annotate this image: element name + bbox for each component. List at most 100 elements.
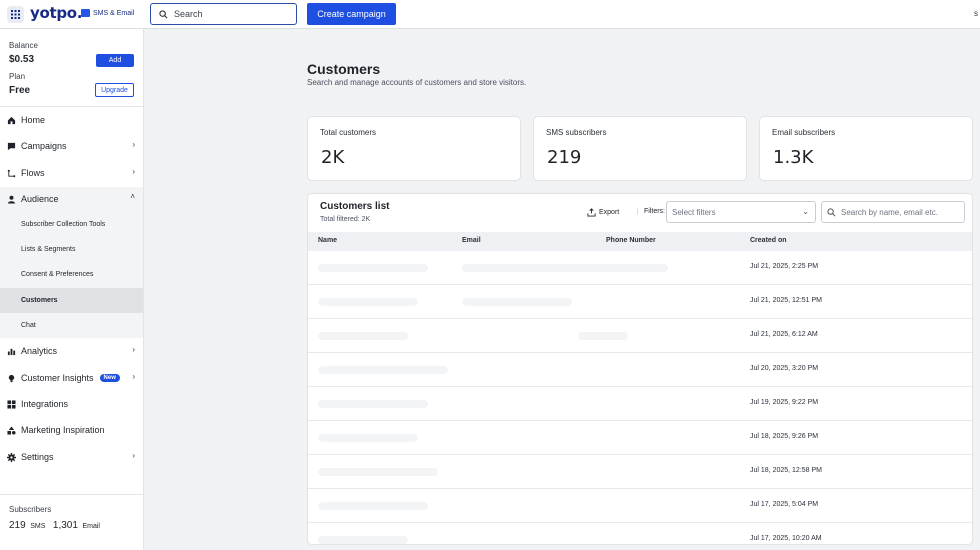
customers-list-panel: Customers list Total filtered: 2K Export…: [307, 193, 973, 545]
new-badge: New: [99, 374, 120, 382]
redacted-name: [318, 332, 408, 340]
table-row[interactable]: Jul 18, 2025, 12:58 PM: [308, 455, 972, 489]
table-row[interactable]: Jul 19, 2025, 9:22 PM: [308, 387, 972, 421]
sidebar-item-settings[interactable]: Settings ›: [0, 444, 143, 470]
stat-card-sms-subscribers: SMS subscribers 219: [533, 116, 747, 181]
flag-icon: [81, 9, 90, 17]
sidebar-item-label: Settings: [21, 452, 54, 462]
customer-search-input[interactable]: Search by name, email etc.: [821, 201, 965, 223]
list-filtered-count: Total filtered: 2K: [320, 216, 371, 223]
global-search-input[interactable]: Search: [150, 3, 297, 25]
search-placeholder: Search by name, email etc.: [841, 207, 938, 217]
export-label: Export: [599, 209, 620, 216]
redacted-phone: [578, 264, 668, 272]
subscribers-label: Subscribers: [9, 505, 52, 514]
sidebar-item-campaigns[interactable]: Campaigns ›: [0, 133, 143, 159]
redacted-name: [318, 502, 428, 510]
filters-placeholder: Select filters: [672, 207, 716, 217]
plan-value: Free: [9, 85, 31, 96]
redacted-phone: [578, 332, 628, 340]
bar-chart-icon: [7, 347, 16, 356]
create-campaign-button[interactable]: Create campaign: [307, 3, 396, 25]
table-row[interactable]: Jul 17, 2025, 5:04 PM: [308, 489, 972, 523]
chevron-right-icon: ›: [132, 345, 135, 354]
top-bar: yotpo. SMS & Email Search Create campaig…: [0, 0, 980, 29]
sidebar-item-flows[interactable]: Flows ›: [0, 160, 143, 186]
sidebar-item-integrations[interactable]: Integrations: [0, 391, 143, 417]
sidebar-item-home[interactable]: Home: [0, 107, 143, 133]
lightbulb-icon: [7, 374, 16, 383]
created-on-cell: Jul 20, 2025, 3:20 PM: [750, 365, 819, 372]
redacted-email: [462, 298, 572, 306]
column-header-phone[interactable]: Phone Number: [606, 237, 656, 244]
table-row[interactable]: Jul 17, 2025, 10:20 AM: [308, 523, 972, 544]
list-title: Customers list: [320, 201, 390, 212]
sidebar-item-marketing-inspiration[interactable]: Marketing Inspiration: [0, 417, 143, 443]
product-badge: SMS & Email: [81, 9, 134, 17]
flow-icon: [7, 169, 16, 178]
redacted-email: [462, 264, 582, 272]
stat-value: 219: [547, 147, 582, 168]
user-menu[interactable]: s: [974, 9, 978, 18]
upgrade-button[interactable]: Upgrade: [95, 83, 134, 97]
redacted-name: [318, 434, 418, 442]
sidebar-item-label: Home: [21, 115, 46, 125]
page-title: Customers: [307, 61, 381, 77]
column-header-email[interactable]: Email: [462, 237, 481, 244]
created-on-cell: Jul 17, 2025, 10:20 AM: [750, 535, 822, 542]
column-header-name[interactable]: Name: [318, 237, 337, 244]
table-row[interactable]: Jul 18, 2025, 9:26 PM: [308, 421, 972, 455]
plan-label: Plan: [9, 72, 26, 81]
created-on-cell: Jul 19, 2025, 9:22 PM: [750, 399, 819, 406]
redacted-name: [318, 536, 408, 544]
subscribers-summary: Subscribers 219 SMS 1,301 Email: [0, 494, 143, 550]
table-row[interactable]: Jul 21, 2025, 12:51 PM: [308, 285, 972, 319]
stat-card-email-subscribers: Email subscribers 1.3K: [759, 116, 973, 181]
shapes-icon: [7, 425, 16, 435]
search-icon: [159, 9, 168, 18]
balance-value: $0.53: [9, 54, 35, 65]
sidebar-item-audience[interactable]: Audience ˄: [0, 186, 143, 212]
app-grid-icon[interactable]: [7, 6, 24, 23]
product-label: SMS & Email: [93, 9, 135, 17]
column-header-created[interactable]: Created on: [750, 237, 787, 244]
table-row[interactable]: Jul 20, 2025, 3:20 PM: [308, 353, 972, 387]
sidebar-item-label: Flows: [21, 168, 45, 178]
email-count: 1,301: [52, 520, 78, 531]
created-on-cell: Jul 21, 2025, 2:25 PM: [750, 263, 819, 270]
sidebar-subitem-consent[interactable]: Consent & Preferences: [0, 262, 143, 287]
created-on-cell: Jul 21, 2025, 6:12 AM: [750, 331, 818, 338]
brand-logo[interactable]: yotpo.: [30, 4, 83, 22]
sidebar-item-label: Customer Insights: [21, 373, 94, 383]
created-on-cell: Jul 17, 2025, 5:04 PM: [750, 501, 819, 508]
chevron-right-icon: ›: [132, 140, 135, 149]
gear-icon: [7, 452, 16, 462]
sms-count: 219: [9, 520, 26, 531]
campaign-icon: [7, 142, 16, 151]
table-row[interactable]: Jul 21, 2025, 6:12 AM: [308, 319, 972, 353]
export-button[interactable]: Export: [587, 208, 619, 217]
stat-value: 1.3K: [773, 147, 814, 168]
sidebar-item-label: Analytics: [21, 346, 58, 356]
chevron-up-icon: ˄: [130, 192, 135, 201]
filters-label: Filters:: [637, 208, 665, 215]
sidebar-subitem-chat[interactable]: Chat: [0, 313, 143, 338]
balance-label: Balance: [9, 41, 38, 50]
sidebar-subitem-customers[interactable]: Customers: [0, 288, 143, 313]
stat-label: Total customers: [320, 128, 377, 137]
page-subtitle: Search and manage accounts of customers …: [307, 78, 527, 87]
sidebar-item-label: Marketing Inspiration: [21, 425, 105, 435]
table-row[interactable]: Jul 21, 2025, 2:25 PM: [308, 251, 972, 285]
sidebar-item-analytics[interactable]: Analytics ›: [0, 338, 143, 364]
table-header: Name Email Phone Number Created on: [308, 232, 972, 251]
balance-panel: Balance $0.53 Add Plan Free Upgrade: [0, 29, 144, 107]
grid-icon: [7, 399, 16, 409]
sidebar-subitem-lists-segments[interactable]: Lists & Segments: [0, 237, 143, 262]
sidebar-subitem-collection-tools[interactable]: Subscriber Collection Tools: [0, 212, 143, 237]
filters-select[interactable]: Select filters ⌄: [666, 201, 816, 223]
sidebar-item-customer-insights[interactable]: Customer Insights New ›: [0, 365, 143, 391]
chevron-down-icon: ⌄: [802, 207, 809, 216]
add-balance-button[interactable]: Add: [96, 54, 134, 67]
redacted-name: [318, 264, 428, 272]
sidebar-item-label: Audience: [21, 194, 59, 204]
